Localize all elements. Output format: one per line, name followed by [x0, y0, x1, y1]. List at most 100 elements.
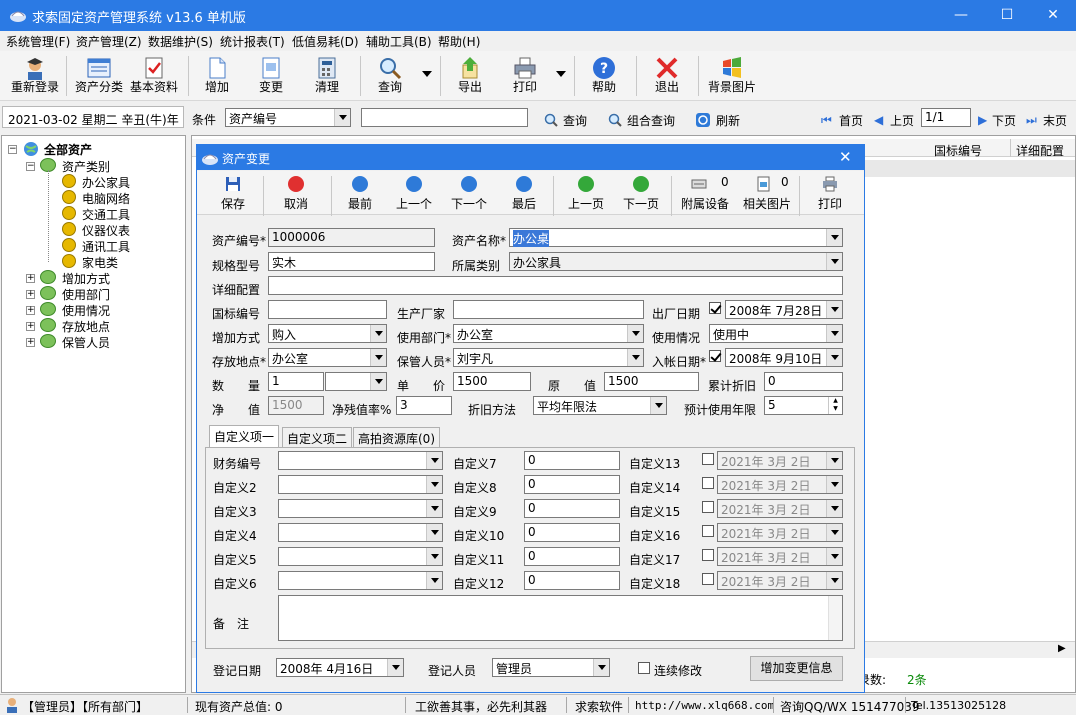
continuous-edit-checkbox[interactable]	[638, 662, 650, 674]
custom-date-checkbox[interactable]	[702, 501, 714, 513]
custom-number-field[interactable]: 0	[524, 451, 620, 470]
last-page-button[interactable]: ⏭ 末页	[1026, 111, 1072, 129]
tree-item-location[interactable]: 存放地点	[62, 318, 110, 335]
refresh-button[interactable]: 刷新	[695, 111, 745, 129]
est-years-spinner[interactable]: 5 ▲ ▼	[764, 396, 843, 415]
remark-textarea[interactable]	[278, 595, 843, 641]
save-button[interactable]: 保存	[205, 171, 261, 215]
print-button[interactable]: 打印	[805, 171, 855, 215]
background-picture-button[interactable]: 背景图片	[704, 51, 760, 99]
dialog-close-icon[interactable]: ✕	[839, 148, 852, 166]
custom-date-picker[interactable]: 2021年 3月 2日	[717, 451, 843, 470]
detail-field[interactable]	[268, 276, 843, 295]
custom-date-picker[interactable]: 2021年 3月 2日	[717, 547, 843, 566]
minimize-button[interactable]: —	[938, 0, 984, 31]
custom-select[interactable]	[278, 571, 443, 590]
expand-toggle[interactable]: +	[26, 322, 35, 331]
condition-input[interactable]	[361, 108, 528, 127]
reg-person-select[interactable]: 管理员	[492, 658, 610, 677]
custom-date-picker[interactable]: 2021年 3月 2日	[717, 571, 843, 590]
exit-button[interactable]: 退出	[644, 51, 690, 99]
asset-code-field[interactable]: 1000006	[268, 228, 435, 247]
custom-date-checkbox[interactable]	[702, 477, 714, 489]
submit-change-button[interactable]: 增加变更信息	[750, 656, 843, 681]
query-dropdown-arrow[interactable]	[422, 71, 432, 77]
custom-select[interactable]	[278, 499, 443, 518]
menu-consumable[interactable]: 低值易耗(D)	[292, 33, 359, 50]
spin-down-icon[interactable]: ▼	[828, 405, 842, 414]
department-select[interactable]: 办公室	[453, 324, 644, 343]
tree-item-network[interactable]: 电脑网络	[82, 190, 130, 207]
tree-item-telecom[interactable]: 通讯工具	[82, 238, 130, 255]
selected-row[interactable]	[864, 160, 1075, 177]
first-page-button[interactable]: ⏮ 首页	[821, 111, 867, 129]
factory-date-checkbox[interactable]	[709, 302, 721, 314]
expand-toggle[interactable]: +	[26, 290, 35, 299]
tab-custom-2[interactable]: 自定义项二	[282, 427, 353, 447]
factory-date-picker[interactable]: 2008年 7月28日	[725, 300, 843, 319]
relogin-button[interactable]: 重新登录	[6, 51, 64, 99]
keeper-select[interactable]: 刘宇凡	[453, 348, 644, 367]
tab-scanner-library[interactable]: 高拍资源库(0)	[353, 427, 440, 447]
qty-unit-select[interactable]	[325, 372, 387, 391]
entry-date-picker[interactable]: 2008年 9月10日	[725, 348, 843, 367]
help-button[interactable]: ? 帮助	[582, 51, 626, 99]
menu-report[interactable]: 统计报表(T)	[220, 33, 285, 50]
custom-select[interactable]	[278, 475, 443, 494]
custom-number-field[interactable]: 0	[524, 475, 620, 494]
manufacturer-field[interactable]	[453, 300, 644, 319]
custom-number-field[interactable]: 0	[524, 499, 620, 518]
next-page-button[interactable]: 下一页	[614, 171, 668, 215]
reg-date-picker[interactable]: 2008年 4月16日	[276, 658, 404, 677]
tree-root[interactable]: 全部资产	[44, 141, 92, 158]
tree-item-category[interactable]: 资产类别	[62, 158, 110, 175]
first-record-button[interactable]: 最前	[333, 171, 387, 215]
prev-page-button[interactable]: ◀ 上页	[874, 111, 918, 129]
tree-item-vehicles[interactable]: 交通工具	[82, 206, 130, 223]
custom-date-picker[interactable]: 2021年 3月 2日	[717, 499, 843, 518]
prev-page-button[interactable]: 上一页	[559, 171, 613, 215]
collapse-toggle[interactable]: −	[8, 145, 17, 154]
tree-item-usage[interactable]: 使用情况	[62, 302, 110, 319]
change-button[interactable]: 变更	[248, 51, 294, 99]
maximize-button[interactable]: ☐	[984, 0, 1030, 31]
column-header-detail[interactable]: 详细配置	[1016, 142, 1064, 159]
custom-select[interactable]	[278, 523, 443, 542]
prev-record-button[interactable]: 上一个	[387, 171, 441, 215]
pictures-button[interactable]: 0 相关图片	[739, 171, 795, 215]
tree-item-keeper[interactable]: 保管人员	[62, 334, 110, 351]
usage-select[interactable]: 使用中	[709, 324, 843, 343]
add-method-select[interactable]: 购入	[268, 324, 387, 343]
custom-date-checkbox[interactable]	[702, 549, 714, 561]
orig-value-field[interactable]: 1500	[604, 372, 699, 391]
cancel-button[interactable]: 取消	[267, 171, 325, 215]
export-button[interactable]: 导出	[448, 51, 492, 99]
location-select[interactable]: 办公室	[268, 348, 387, 367]
next-record-button[interactable]: 下一个	[442, 171, 496, 215]
condition-select[interactable]: 资产编号	[225, 108, 351, 127]
custom-date-checkbox[interactable]	[702, 453, 714, 465]
expand-toggle[interactable]: +	[26, 338, 35, 347]
menu-help[interactable]: 帮助(H)	[438, 33, 480, 50]
custom-select[interactable]	[278, 451, 443, 470]
menu-tools[interactable]: 辅助工具(B)	[366, 33, 432, 50]
custom-date-checkbox[interactable]	[702, 525, 714, 537]
expand-toggle[interactable]: +	[26, 306, 35, 315]
clear-button[interactable]: 清理	[304, 51, 350, 99]
qty-field[interactable]: 1	[268, 372, 324, 391]
tree-item-add-method[interactable]: 增加方式	[62, 270, 110, 287]
custom-number-field[interactable]: 0	[524, 547, 620, 566]
basic-data-button[interactable]: 基本资料	[126, 51, 182, 99]
tree-item-instruments[interactable]: 仪器仪表	[82, 222, 130, 239]
remark-scrollbar[interactable]	[828, 596, 842, 640]
dep-method-select[interactable]: 平均年限法	[533, 396, 667, 415]
tree-item-furniture[interactable]: 办公家具	[82, 174, 130, 191]
custom-date-picker[interactable]: 2021年 3月 2日	[717, 523, 843, 542]
close-button[interactable]: ✕	[1030, 0, 1076, 31]
query-button[interactable]: 查询	[366, 51, 414, 99]
custom-date-checkbox[interactable]	[702, 573, 714, 585]
spin-up-icon[interactable]: ▲	[828, 397, 842, 405]
last-record-button[interactable]: 最后	[497, 171, 551, 215]
entry-date-checkbox[interactable]	[709, 350, 721, 362]
national-code-field[interactable]	[268, 300, 387, 319]
